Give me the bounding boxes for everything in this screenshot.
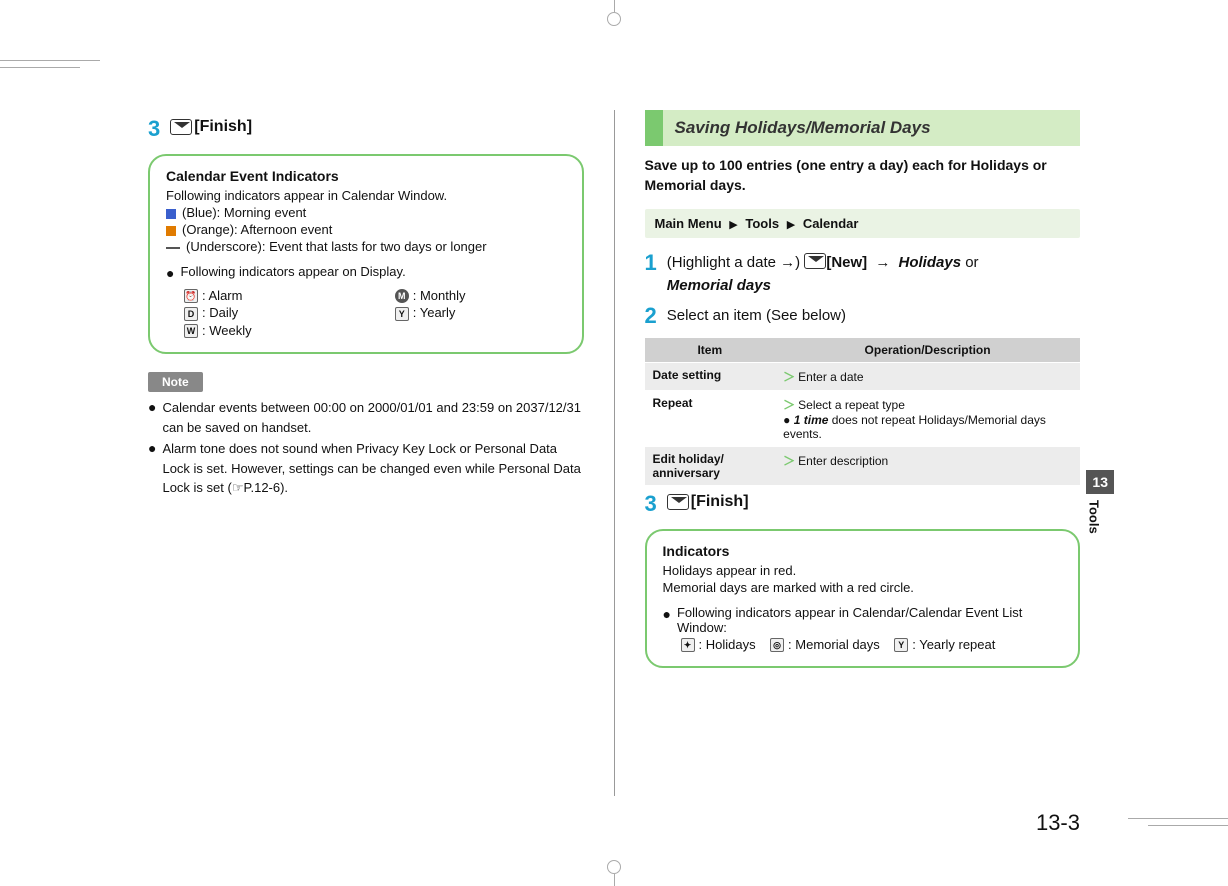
display-indicators: ●Following indicators appear on Display.…: [166, 264, 566, 340]
monthly-icon: M: [395, 289, 409, 303]
indicator-label: (Underscore): Event that lasts for two d…: [186, 239, 487, 254]
table-row: Date setting ＞Enter a date: [645, 362, 1081, 390]
indicator-intro: Following indicators appear in Calendar/…: [677, 605, 1062, 635]
step-number: 2: [645, 305, 657, 327]
op-bold: 1 time: [794, 413, 829, 427]
indicators-subtitle: Following indicators appear in Calendar …: [166, 188, 566, 203]
step-number: 1: [645, 252, 657, 274]
left-column: 3 [Finish] Calendar Event Indicators Fol…: [148, 110, 584, 796]
th-item: Item: [645, 338, 776, 363]
chevron-right-icon: ▶: [787, 219, 795, 231]
display-intro: Following indicators appear on Display.: [180, 264, 405, 284]
indicator-label: (Blue): Morning event: [182, 205, 306, 220]
menu-main: Main Menu: [655, 216, 722, 231]
note-text: Calendar events between 00:00 on 2000/01…: [162, 398, 583, 437]
blue-square-icon: [166, 209, 176, 219]
indicator-label: : Monthly: [413, 288, 466, 303]
column-divider: [614, 110, 615, 796]
page-content: 3 [Finish] Calendar Event Indicators Fol…: [148, 110, 1080, 796]
step-text: (Highlight a date →): [667, 254, 800, 271]
mail-icon: [170, 119, 192, 135]
yearly-repeat-icon: Y: [894, 638, 908, 652]
indicators-title: Indicators: [663, 543, 1063, 559]
indicators-title: Calendar Event Indicators: [166, 168, 566, 184]
step-content: Select an item (See below): [667, 305, 846, 328]
chapter-number: 13: [1086, 470, 1114, 494]
op-text: Enter description: [798, 454, 888, 468]
orange-square-icon: [166, 226, 176, 236]
table-row: Edit holiday/ anniversary ＞Enter descrip…: [645, 446, 1081, 485]
indicator-label: : Weekly: [202, 323, 252, 338]
step-number: 3: [148, 118, 160, 140]
indicator-underscore: (Underscore): Event that lasts for two d…: [166, 239, 566, 254]
op-cell: ＞Enter description: [775, 446, 1080, 485]
step-text: or: [961, 254, 979, 271]
menu-path: Main Menu ▶ Tools ▶ Calendar: [645, 209, 1081, 238]
indicators-box: Indicators Holidays appear in red. Memor…: [645, 529, 1081, 669]
mail-icon: [804, 253, 826, 269]
indicator-orange: (Orange): Afternoon event: [166, 222, 566, 237]
section-title: Saving Holidays/Memorial Days: [663, 110, 1081, 146]
right-column: Saving Holidays/Memorial Days Save up to…: [645, 110, 1081, 796]
step-2: 2 Select an item (See below): [645, 305, 1081, 328]
step-content: [Finish]: [667, 493, 749, 511]
holidays-option: Holidays: [899, 254, 962, 271]
step-3-right: 3 [Finish]: [645, 493, 1081, 515]
item-cell: Date setting: [645, 362, 776, 390]
step-1: 1 (Highlight a date →) [New] → Holidays …: [645, 252, 1081, 297]
item-cell: Repeat: [645, 390, 776, 446]
op-cell: ＞Enter a date: [775, 362, 1080, 390]
memorial-icon: ◎: [770, 638, 784, 652]
indicator-label: : Yearly: [413, 305, 456, 320]
finish-label: [Finish]: [194, 118, 252, 135]
arrow-right-icon: →: [875, 254, 890, 271]
chevron-right-icon: ▶: [729, 219, 737, 231]
indicator-label: (Orange): Afternoon event: [182, 222, 332, 237]
memorial-option: Memorial days: [667, 277, 771, 294]
op-cell: ＞Select a repeat type ● 1 time does not …: [775, 390, 1080, 446]
calendar-event-indicators-box: Calendar Event Indicators Following indi…: [148, 154, 584, 354]
new-label: [New]: [826, 254, 867, 271]
section-intro: Save up to 100 entries (one entry a day)…: [645, 156, 1081, 195]
daily-icon: D: [184, 307, 198, 321]
mail-icon: [667, 494, 689, 510]
menu-calendar: Calendar: [803, 216, 859, 231]
indicator-text: Holidays appear in red.: [663, 563, 1063, 578]
step-content: (Highlight a date →) [New] → Holidays or…: [667, 252, 979, 297]
op-text: Enter a date: [798, 370, 863, 384]
finish-label: [Finish]: [691, 493, 749, 510]
note-label: Note: [148, 372, 203, 392]
step-number: 3: [645, 493, 657, 515]
step-content: [Finish]: [170, 118, 252, 136]
section-stripe: [645, 110, 663, 146]
weekly-icon: W: [184, 324, 198, 338]
indicator-label: : Memorial days: [788, 637, 880, 652]
yearly-icon: Y: [395, 307, 409, 321]
indicator-label: : Yearly repeat: [912, 637, 995, 652]
underscore-icon: [166, 247, 180, 249]
indicator-text: Memorial days are marked with a red circ…: [663, 580, 1063, 595]
step-3-left: 3 [Finish]: [148, 118, 584, 140]
th-operation: Operation/Description: [775, 338, 1080, 363]
note-list: ●Calendar events between 00:00 on 2000/0…: [148, 398, 584, 498]
chapter-label: Tools: [1086, 500, 1101, 534]
indicator-label: : Holidays: [699, 637, 756, 652]
alarm-icon: ⏰: [184, 289, 198, 303]
operations-table: Item Operation/Description Date setting …: [645, 338, 1081, 485]
page-number: 13-3: [1036, 810, 1080, 836]
indicator-label: : Alarm: [202, 288, 242, 303]
table-header-row: Item Operation/Description: [645, 338, 1081, 363]
section-header: Saving Holidays/Memorial Days: [645, 110, 1081, 146]
op-text: Select a repeat type: [798, 398, 905, 412]
table-row: Repeat ＞Select a repeat type ● 1 time do…: [645, 390, 1081, 446]
item-cell: Edit holiday/ anniversary: [645, 446, 776, 485]
indicator-label: : Daily: [202, 305, 238, 320]
side-tab: 13 Tools: [1086, 470, 1114, 534]
holidays-icon: ✦: [681, 638, 695, 652]
menu-tools: Tools: [745, 216, 779, 231]
note-text: Alarm tone does not sound when Privacy K…: [162, 439, 583, 498]
indicator-blue: (Blue): Morning event: [166, 205, 566, 220]
